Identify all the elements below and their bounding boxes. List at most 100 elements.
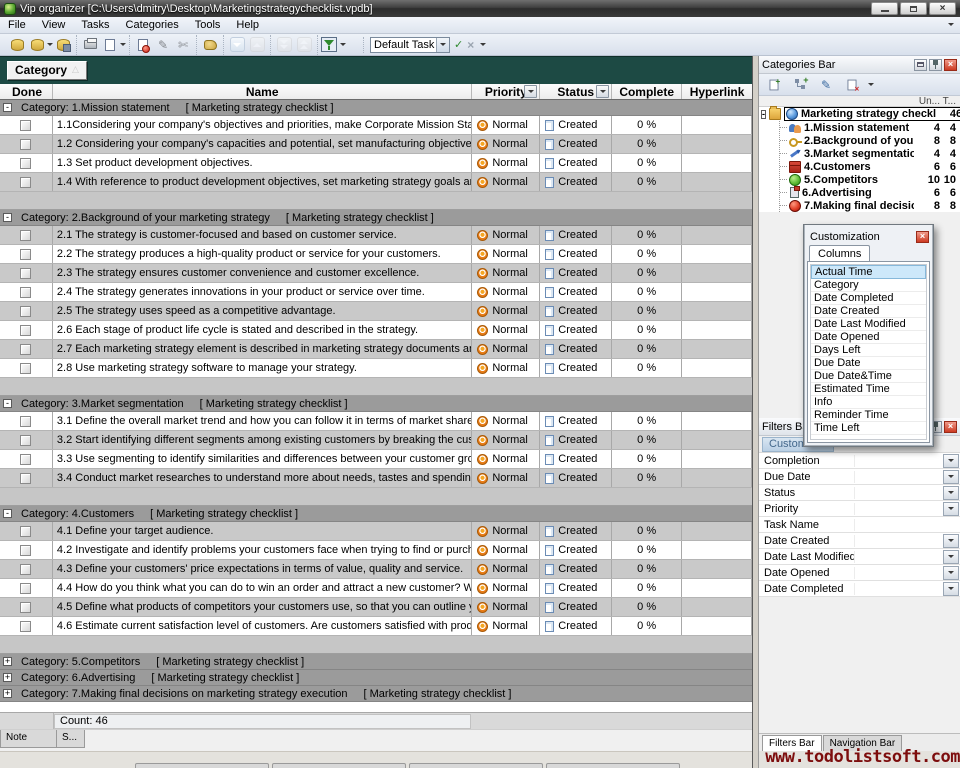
tree-category-row[interactable]: 7.Making final decisions o 8 8 [780,199,960,212]
task-status-cell[interactable]: Created [540,579,612,597]
table-row[interactable] [0,378,752,396]
table-row[interactable]: 3.1 Define the overall market trend and … [0,412,752,431]
filter-value-field[interactable] [855,453,943,468]
task-status-cell[interactable]: Created [540,226,612,244]
table-row[interactable]: + Category: 5.Competitors [ Marketing st… [0,654,752,670]
column-list-item[interactable]: Date Completed [811,292,926,305]
done-checkbox[interactable] [20,564,31,575]
task-name-cell[interactable]: 1.4 With reference to product developmen… [53,173,472,191]
task-name-cell[interactable]: 4.4 How do you think what you can do to … [53,579,472,597]
task-priority-cell[interactable]: Normal [472,431,540,449]
table-row[interactable]: 2.3 The strategy ensures customer conven… [0,264,752,283]
categories-toolbar-overflow-icon[interactable] [868,83,874,86]
apply-view-icon[interactable]: ✓ [454,38,463,51]
menu-item[interactable]: Tasks [73,18,117,32]
task-priority-cell[interactable]: Normal [472,541,540,559]
done-checkbox[interactable] [20,526,31,537]
table-row[interactable]: 3.2 Start identifying different segments… [0,431,752,450]
delete-task-button[interactable]: ✄ [173,36,193,54]
task-status-cell[interactable]: Created [540,173,612,191]
task-priority-cell[interactable]: Normal [472,135,540,153]
task-priority-cell[interactable]: Normal [472,522,540,540]
table-row[interactable]: 1.4 With reference to product developmen… [0,173,752,192]
table-row[interactable]: 1.2 Considering your company's capacitie… [0,135,752,154]
done-checkbox[interactable] [20,416,31,427]
done-checkbox[interactable] [20,158,31,169]
category-expander-icon[interactable]: - [3,103,12,112]
menubar-overflow-icon[interactable] [948,23,954,26]
column-list-item[interactable]: Due Date&Time [811,370,926,383]
table-row[interactable]: 1.3 Set product development objectives. … [0,154,752,173]
task-name-cell[interactable]: 2.6 Each stage of product life cycle is … [53,321,472,339]
done-checkbox[interactable] [20,120,31,131]
restore-button[interactable] [900,2,927,15]
categories-bar-float-button[interactable] [914,59,927,71]
table-row[interactable]: - Category: 4.Customers [ Marketing stra… [0,506,752,522]
print-preview-button[interactable] [100,36,120,54]
filter-dropdown-button[interactable] [943,550,959,564]
done-checkbox[interactable] [20,268,31,279]
table-row[interactable] [0,488,752,506]
tree-category-row[interactable]: 5.Competitors 10 10 [780,173,960,186]
table-row[interactable]: 4.3 Define your customers' price expecta… [0,560,752,579]
table-row[interactable] [0,192,752,210]
table-row[interactable]: - Category: 2.Background of your marketi… [0,210,752,226]
open-database-button[interactable] [27,36,47,54]
tree-category-row[interactable]: 1.Mission statement 4 4 [780,121,960,134]
filter-dropdown-button[interactable] [943,502,959,516]
filter-value-field[interactable] [855,581,943,596]
task-name-cell[interactable]: 1.2 Considering your company's capacitie… [53,135,472,153]
task-name-cell[interactable]: 4.6 Estimate current satisfaction level … [53,617,472,635]
filter-toggle-button[interactable] [321,37,337,52]
column-header-complete[interactable]: Complete [612,84,682,99]
task-status-cell[interactable]: Created [540,469,612,487]
new-category-button[interactable]: + [764,76,784,94]
column-list-item[interactable]: Date Created [811,305,926,318]
column-list-item[interactable]: Due Date [811,357,926,370]
table-row[interactable]: 2.5 The strategy uses speed as a competi… [0,302,752,321]
done-checkbox[interactable] [20,473,31,484]
close-button[interactable]: × [929,2,956,15]
column-header-name[interactable]: Name [53,84,472,99]
column-list-item[interactable]: Date Last Modified [811,318,926,331]
done-checkbox[interactable] [20,306,31,317]
categories-bar-pin-button[interactable] [929,59,942,71]
task-name-cell[interactable]: 3.3 Use segmenting to identify similarit… [53,450,472,468]
tree-root-row[interactable]: - Marketing strategy checkl 46 46 [759,107,960,121]
column-list-item[interactable]: Date Opened [811,331,926,344]
task-name-cell[interactable]: 2.7 Each marketing strategy element is d… [53,340,472,358]
filter-dropdown-icon[interactable] [340,43,346,46]
done-checkbox[interactable] [20,545,31,556]
minimize-button[interactable] [871,2,898,15]
unfinished-column-header[interactable]: Un... [914,96,940,107]
task-priority-cell[interactable]: Normal [472,469,540,487]
total-column-header[interactable]: T... [940,96,960,107]
menu-item[interactable]: Tools [187,18,229,32]
task-status-cell[interactable]: Created [540,431,612,449]
column-list-item[interactable]: Estimated Time [811,383,926,396]
task-name-cell[interactable]: 1.1Considering your company's objectives… [53,116,472,134]
category-expander-icon[interactable]: - [3,213,12,222]
task-priority-cell[interactable]: Normal [472,450,540,468]
column-list-item[interactable]: Category [811,279,926,292]
delete-category-button[interactable]: × [842,76,862,94]
task-name-cell[interactable]: 4.3 Define your customers' price expecta… [53,560,472,578]
tab-subtasks[interactable]: S... [57,730,85,748]
task-priority-cell[interactable]: Normal [472,245,540,263]
column-list-item[interactable]: Actual Time [811,265,926,279]
task-view-selector[interactable]: Default Task V [370,37,450,53]
filter-value-field[interactable] [855,501,943,516]
table-row[interactable]: 4.5 Define what products of competitors … [0,598,752,617]
new-subcategory-button[interactable]: + [790,76,810,94]
menu-item[interactable]: Categories [118,18,187,32]
task-priority-cell[interactable]: Normal [472,359,540,377]
categories-bar-close-button[interactable]: × [944,59,957,71]
task-priority-cell[interactable]: Normal [472,598,540,616]
task-status-cell[interactable]: Created [540,340,612,358]
status-filter-button[interactable] [596,85,609,98]
column-list-item[interactable]: Info [811,396,926,409]
done-checkbox[interactable] [20,287,31,298]
tab-columns[interactable]: Columns [809,245,870,262]
task-name-cell[interactable]: 4.5 Define what products of competitors … [53,598,472,616]
done-checkbox[interactable] [20,230,31,241]
